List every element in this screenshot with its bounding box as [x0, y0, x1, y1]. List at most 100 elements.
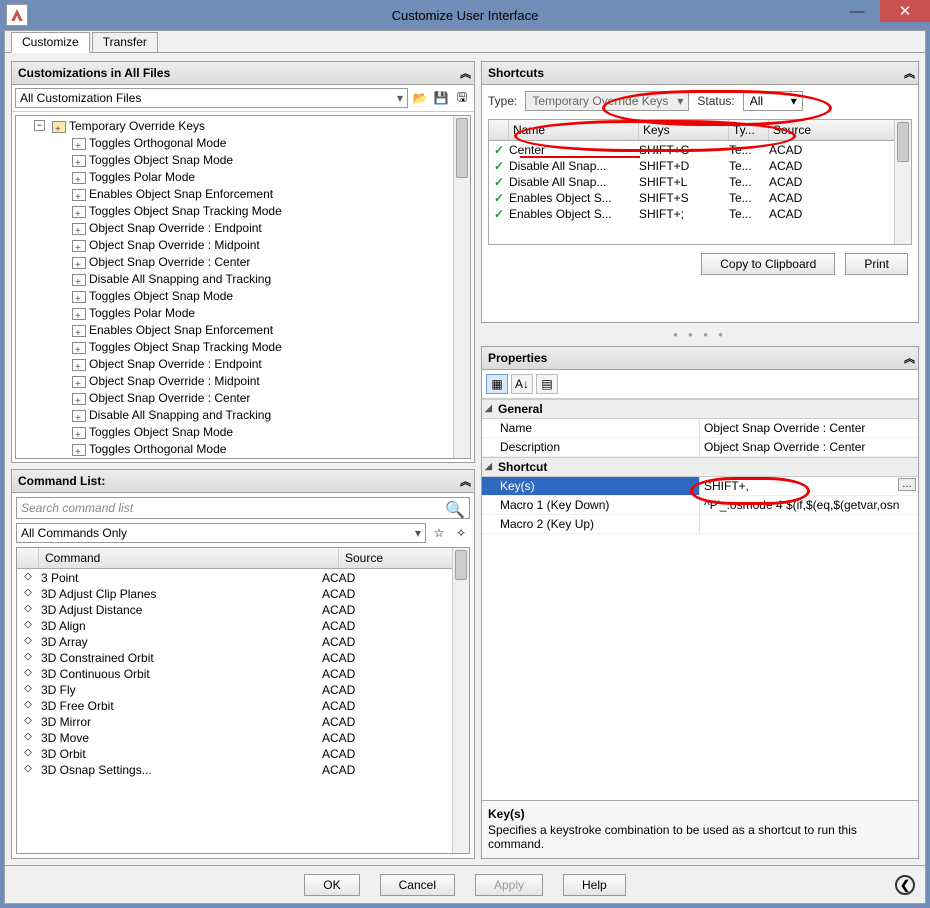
tree-scrollbar[interactable]	[453, 116, 470, 458]
col-source[interactable]: Source	[339, 548, 469, 568]
tree-item[interactable]: Toggles Object Snap Mode	[16, 152, 453, 169]
property-grid[interactable]: General Name Object Snap Override : Cent…	[482, 399, 918, 800]
tab-customize[interactable]: Customize	[11, 32, 90, 53]
command-row[interactable]: ◇3D AlignACAD	[17, 618, 452, 634]
tree-item[interactable]: Enables Object Snap Enforcement	[16, 322, 453, 339]
customizations-panel: Customizations in All Files ︽ All Custom…	[11, 61, 475, 463]
print-button[interactable]: Print	[845, 253, 908, 275]
tree-item[interactable]: Object Snap Override : Center	[16, 254, 453, 271]
tree-item[interactable]: Toggles Object Snap Mode	[16, 424, 453, 441]
col-type[interactable]: Ty...	[729, 120, 769, 140]
collapse-icon[interactable]: ︽	[904, 65, 912, 81]
prop-desc-label: Description	[482, 438, 700, 456]
command-row[interactable]: ◇3D MirrorACAD	[17, 714, 452, 730]
tree-root[interactable]: −Temporary Override Keys	[16, 118, 453, 135]
customization-tree[interactable]: −Temporary Override KeysToggles Orthogon…	[15, 115, 471, 459]
command-row[interactable]: ◇3D ArrayACAD	[17, 634, 452, 650]
command-scrollbar[interactable]	[452, 548, 469, 853]
tree-item[interactable]: Disable All Snapping and Tracking	[16, 407, 453, 424]
ellipsis-button[interactable]: …	[898, 478, 916, 491]
col-name[interactable]: Name	[509, 120, 639, 140]
search-command-input[interactable]: Search command list 🔍	[16, 497, 470, 519]
col-source[interactable]: Source	[769, 120, 911, 140]
tree-item[interactable]: Object Snap Override : Endpoint	[16, 220, 453, 237]
favorite-icon[interactable]: ☆	[430, 524, 448, 542]
search-icon[interactable]: 🔍	[445, 500, 465, 520]
tree-item[interactable]: Enables Object Snap Enforcement	[16, 186, 453, 203]
prop-desc-value[interactable]: Object Snap Override : Center	[700, 438, 918, 456]
new-command-icon[interactable]: ✧	[452, 524, 470, 542]
command-row[interactable]: ◇3D Adjust Clip PlanesACAD	[17, 586, 452, 602]
shortcuts-scrollbar[interactable]	[894, 120, 911, 244]
prop-macro1-label: Macro 1 (Key Down)	[482, 496, 700, 514]
prop-macro1-value[interactable]: ^P'_.osmode 4 $(if,$(eq,$(getvar,osn	[700, 496, 918, 514]
collapse-icon[interactable]: ︽	[460, 65, 468, 81]
tree-item[interactable]: Toggles Object Snap Mode	[16, 288, 453, 305]
command-row[interactable]: ◇3D Constrained OrbitACAD	[17, 650, 452, 666]
status-label: Status:	[697, 94, 734, 108]
shortcut-row[interactable]: ✓CenterSHIFT+CTe...ACAD	[489, 142, 894, 158]
tab-transfer[interactable]: Transfer	[92, 32, 158, 53]
tab-bar: Customize Transfer	[5, 31, 925, 53]
categorized-icon[interactable]: ▦	[486, 374, 508, 394]
shortcut-row[interactable]: ✓Disable All Snap...SHIFT+LTe...ACAD	[489, 174, 894, 190]
save-icon[interactable]: 💾	[432, 89, 450, 107]
property-pages-icon[interactable]: ▤	[536, 374, 558, 394]
command-filter-dropdown[interactable]: All Commands Only	[16, 523, 426, 543]
status-select[interactable]: All	[743, 91, 803, 111]
type-select[interactable]: Temporary Override Keys	[525, 91, 689, 111]
shortcut-row[interactable]: ✓Enables Object S...SHIFT+STe...ACAD	[489, 190, 894, 206]
tree-item[interactable]: Object Snap Override : Center	[16, 390, 453, 407]
tree-item[interactable]: Toggles Polar Mode	[16, 305, 453, 322]
shortcut-row[interactable]: ✓Enables Object S...SHIFT+;Te...ACAD	[489, 206, 894, 222]
copy-clipboard-button[interactable]: Copy to Clipboard	[701, 253, 835, 275]
info-icon[interactable]: ❮	[895, 875, 915, 895]
prop-macro2-value[interactable]	[700, 515, 918, 533]
tree-item[interactable]: Toggles Object Snap Tracking Mode	[16, 203, 453, 220]
command-row[interactable]: ◇3D Free OrbitACAD	[17, 698, 452, 714]
type-label: Type:	[488, 94, 517, 108]
apply-button[interactable]: Apply	[475, 874, 543, 896]
shortcut-row[interactable]: ✓Disable All Snap...SHIFT+DTe...ACAD	[489, 158, 894, 174]
open-file-icon[interactable]: 📂	[411, 89, 429, 107]
tree-item[interactable]: Toggles Orthogonal Mode	[16, 135, 453, 152]
category-general[interactable]: General	[482, 399, 918, 419]
properties-panel: Properties ︽ ▦ A↓ ▤ General Name Object …	[481, 346, 919, 859]
help-button[interactable]: Help	[563, 874, 626, 896]
ok-button[interactable]: OK	[304, 874, 359, 896]
prop-name-value[interactable]: Object Snap Override : Center	[700, 419, 918, 437]
shortcuts-table[interactable]: Name Keys Ty... Source ✓CenterSHIFT+CTe.…	[488, 119, 912, 245]
collapse-icon[interactable]: ︽	[460, 473, 468, 489]
minimize-button[interactable]: —	[834, 0, 880, 22]
prop-keys-value[interactable]: SHIFT+, …	[700, 477, 918, 495]
command-row[interactable]: ◇3D Continuous OrbitACAD	[17, 666, 452, 682]
tree-item[interactable]: Disable All Snapping and Tracking	[16, 271, 453, 288]
command-row[interactable]: ◇3D MoveACAD	[17, 730, 452, 746]
command-row[interactable]: ◇3D FlyACAD	[17, 682, 452, 698]
splitter[interactable]: ● ● ● ●	[481, 329, 919, 340]
category-shortcut[interactable]: Shortcut	[482, 457, 918, 477]
tree-item[interactable]: Toggles Orthogonal Mode	[16, 441, 453, 458]
command-list-panel: Command List: ︽ Search command list 🔍 Al…	[11, 469, 475, 859]
save-all-icon[interactable]: 🖫	[453, 89, 471, 107]
tree-item[interactable]: Object Snap Override : Midpoint	[16, 373, 453, 390]
tree-item[interactable]: Object Snap Override : Endpoint	[16, 356, 453, 373]
col-keys[interactable]: Keys	[639, 120, 729, 140]
alphabetical-icon[interactable]: A↓	[511, 374, 533, 394]
tree-item[interactable]: Toggles Object Snap Tracking Mode	[16, 339, 453, 356]
customization-file-dropdown[interactable]: All Customization Files	[15, 88, 408, 108]
command-row[interactable]: ◇3D Adjust DistanceACAD	[17, 602, 452, 618]
command-row[interactable]: ◇3D OrbitACAD	[17, 746, 452, 762]
command-row[interactable]: ◇3D Osnap Settings...ACAD	[17, 762, 452, 778]
command-grid[interactable]: Command Source ◇3 PointACAD◇3D Adjust Cl…	[16, 547, 470, 854]
collapse-icon[interactable]: ︽	[904, 350, 912, 366]
window-title: Customize User Interface	[392, 8, 539, 23]
dialog-body: Customize Transfer Customizations in All…	[4, 30, 926, 904]
prop-macro2-label: Macro 2 (Key Up)	[482, 515, 700, 533]
col-command[interactable]: Command	[39, 548, 339, 568]
tree-item[interactable]: Object Snap Override : Midpoint	[16, 237, 453, 254]
command-row[interactable]: ◇3 PointACAD	[17, 570, 452, 586]
close-button[interactable]: ✕	[880, 0, 930, 22]
tree-item[interactable]: Toggles Polar Mode	[16, 169, 453, 186]
cancel-button[interactable]: Cancel	[380, 874, 455, 896]
